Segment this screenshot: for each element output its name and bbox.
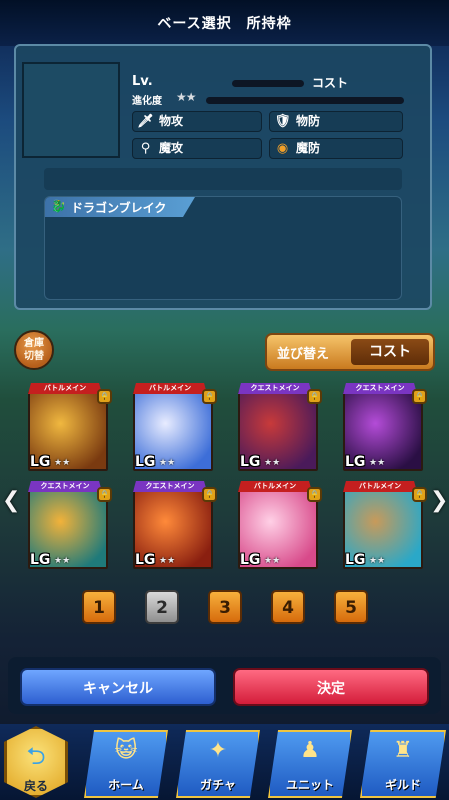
nav-home[interactable]: 😺 ホーム — [84, 730, 168, 798]
rarity-stars: ★★ — [369, 556, 386, 566]
stat-magic-defense: ◉ 魔防 — [269, 138, 403, 159]
unit-card[interactable]: クエストメイン 🔒 LG ★★ — [28, 481, 112, 569]
rarity-label: LG — [240, 552, 261, 568]
level-label: Lv. — [132, 74, 153, 89]
page-button-5[interactable]: 5 — [334, 590, 368, 624]
rarity-stars: ★★ — [264, 556, 281, 566]
stat-label: 魔防 — [296, 141, 321, 155]
rarity-stars: ★★ — [159, 556, 176, 566]
sort-value: コスト — [351, 339, 429, 365]
unit-card[interactable]: クエストメイン 🔒 LG ★★ — [133, 481, 217, 569]
rarity-label: LG — [345, 552, 366, 568]
lock-icon: 🔒 — [202, 487, 217, 502]
lock-icon: 🔒 — [412, 389, 427, 404]
skill-box: 🐉 ドラゴンブレイク — [44, 196, 402, 300]
unit-name-bar — [44, 168, 402, 190]
unit-card[interactable]: バトルメイン 🔒 LG ★★ — [343, 481, 427, 569]
unit-card[interactable]: バトルメイン 🔒 LG ★★ — [133, 383, 217, 471]
rarity-label: LG — [135, 552, 156, 568]
rarity-label: LG — [345, 454, 366, 470]
stat-label: 物防 — [296, 114, 321, 128]
stat-physical-defense: 🛡 物防 — [269, 111, 403, 132]
nav-unit[interactable]: ♟ ユニット — [268, 730, 352, 798]
header-bar: ベース選択 所持枠 — [0, 0, 449, 46]
evolution-bar — [206, 97, 404, 104]
unit-card[interactable]: バトルメイン 🔒 LG ★★ — [238, 481, 322, 569]
cat-face-icon: 😺 — [114, 738, 138, 763]
nav-label: ユニット — [285, 778, 334, 792]
evolution-stars: ★★ — [176, 90, 196, 104]
nav-label: ギルド — [384, 778, 421, 792]
unit-role-tag: バトルメイン — [133, 383, 207, 394]
nav-guild[interactable]: ♜ ギルド — [360, 730, 446, 798]
page-button-4[interactable]: 4 — [271, 590, 305, 624]
level-bar — [232, 80, 304, 87]
rarity-stars: ★★ — [159, 458, 176, 468]
unit-card[interactable]: クエストメイン 🔒 LG ★★ — [238, 383, 322, 471]
back-arrow-icon: ⮌ — [26, 742, 46, 770]
next-page-arrow-icon[interactable]: ❯ — [430, 488, 448, 513]
skill-name: ドラゴンブレイク — [71, 201, 167, 215]
rarity-label: LG — [30, 454, 51, 470]
wand-icon: ⚲ — [140, 141, 151, 156]
rarity-label: LG — [30, 552, 51, 568]
unit-role-tag: クエストメイン — [238, 383, 312, 394]
castle-icon: ♜ — [393, 738, 413, 763]
unit-thumbnail — [22, 62, 120, 158]
unit-card[interactable]: クエストメイン 🔒 LG ★★ — [343, 383, 427, 471]
nav-gacha[interactable]: ✦ ガチャ — [176, 730, 260, 798]
rarity-stars: ★★ — [264, 458, 281, 468]
nav-label: ホーム — [108, 778, 144, 792]
sort-button[interactable]: 並び替え コスト — [265, 333, 435, 371]
evolution-label: 進化度 — [132, 96, 162, 107]
rarity-stars: ★★ — [369, 458, 386, 468]
page-button-1[interactable]: 1 — [82, 590, 116, 624]
sort-label: 並び替え — [277, 347, 330, 362]
page-button-3[interactable]: 3 — [208, 590, 242, 624]
unit-icon: ♟ — [300, 738, 320, 763]
lock-icon: 🔒 — [97, 389, 112, 404]
stat-label: 物攻 — [159, 114, 184, 128]
page-title: ベース選択 所持枠 — [157, 16, 292, 32]
unit-role-tag: クエストメイン — [343, 383, 417, 394]
warehouse-label: 倉庫 切替 — [24, 338, 44, 362]
unit-role-tag: バトルメイン — [28, 383, 102, 394]
stat-physical-attack: 🗡 物攻 — [132, 111, 262, 132]
lock-icon: 🔒 — [202, 389, 217, 404]
stat-magic-attack: ⚲ 魔攻 — [132, 138, 262, 159]
cost-label: コスト — [312, 76, 349, 90]
lock-icon: 🔒 — [307, 389, 322, 404]
unit-role-tag: バトルメイン — [343, 481, 417, 492]
page-button-2[interactable]: 2 — [145, 590, 179, 624]
lock-icon: 🔒 — [307, 487, 322, 502]
nav-label: ガチャ — [200, 778, 236, 792]
stat-label: 魔攻 — [159, 141, 184, 155]
summon-icon: ✦ — [208, 738, 228, 763]
rarity-label: LG — [240, 454, 261, 470]
rarity-stars: ★★ — [54, 458, 71, 468]
magic-shield-icon: ◉ — [276, 141, 289, 156]
lock-icon: 🔒 — [97, 487, 112, 502]
unit-role-tag: クエストメイン — [133, 481, 207, 492]
cancel-button[interactable]: キャンセル — [20, 668, 216, 706]
shield-icon: 🛡 — [274, 114, 291, 129]
unit-role-tag: バトルメイン — [238, 481, 312, 492]
prev-page-arrow-icon[interactable]: ❮ — [2, 488, 20, 513]
rarity-stars: ★★ — [54, 556, 71, 566]
lock-icon: 🔒 — [412, 487, 427, 502]
unit-role-tag: クエストメイン — [28, 481, 102, 492]
rarity-label: LG — [135, 454, 156, 470]
warehouse-toggle-button[interactable]: 倉庫 切替 — [14, 330, 54, 370]
sword-icon: 🗡 — [137, 114, 154, 129]
confirm-button[interactable]: 決定 — [233, 668, 429, 706]
dragon-icon: 🐉 — [51, 199, 66, 213]
unit-card[interactable]: バトルメイン 🔒 LG ★★ — [28, 383, 112, 471]
